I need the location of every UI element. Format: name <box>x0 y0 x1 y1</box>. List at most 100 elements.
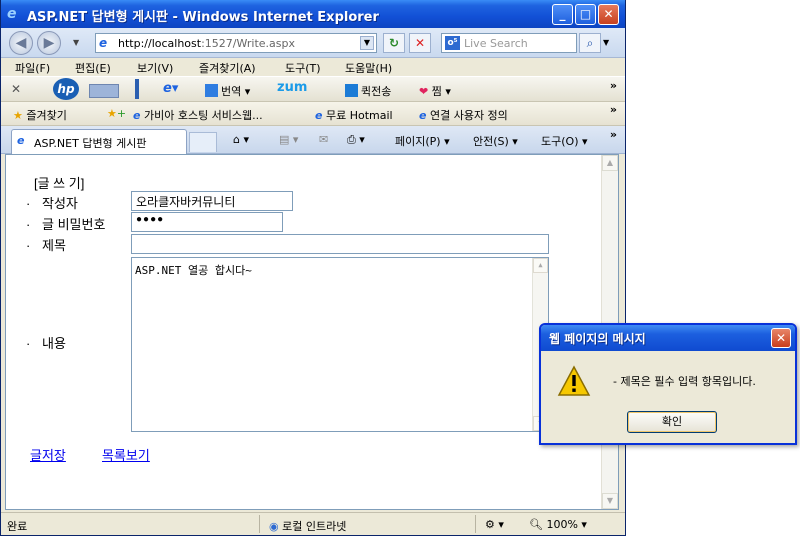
search-field[interactable]: o⁵ Live Search <box>441 33 577 53</box>
quick-send-label: 퀵전송 <box>361 85 392 98</box>
dialog-close-button[interactable]: ✕ <box>771 328 791 348</box>
zum-label: zum <box>277 80 308 95</box>
translate-label: 번역 <box>221 85 242 98</box>
fav-item-label: 가비아 호스팅 서비스웹... <box>143 109 263 122</box>
subject-label-text: 제목 <box>42 238 66 253</box>
new-tab-button[interactable] <box>189 132 217 152</box>
security-zone[interactable]: ◉ 로컬 인트라넷 <box>269 518 346 534</box>
close-button[interactable]: ✕ <box>598 4 619 25</box>
toolbar-overflow-icon[interactable]: » <box>610 79 617 92</box>
favorites-label: 즐겨찾기 <box>26 109 67 122</box>
print-icon[interactable]: ⎙ ▾ <box>347 133 365 147</box>
search-options-icon[interactable]: ▼ <box>603 33 615 53</box>
status-bar: 완료 ◉ 로컬 인트라넷 ⚙ ▾ 🔍︎ 100% ▾ <box>1 512 625 535</box>
title-bar: e ASP.NET 답변형 게시판 - Windows Internet Exp… <box>1 0 625 28</box>
refresh-button[interactable]: ↻ <box>383 33 405 53</box>
add-favorite-icon[interactable]: ★+ <box>107 107 126 120</box>
ok-button[interactable]: 확인 <box>627 411 717 433</box>
toolbar-close-icon[interactable]: ✕ <box>11 82 21 96</box>
password-label: · 글 비밀번호 <box>26 214 105 233</box>
page-icon: e <box>17 134 25 147</box>
quick-send-button[interactable]: 퀵전송 <box>345 83 391 99</box>
fav-item-gabia[interactable]: e 가비아 호스팅 서비스웹... <box>133 107 263 123</box>
jjim-label: 찜 <box>431 85 442 98</box>
scroll-down-icon[interactable]: ▼ <box>602 493 618 509</box>
tools-menu[interactable]: 도구(O) ▾ <box>541 133 588 149</box>
menu-view[interactable]: 보기(V) <box>137 60 173 76</box>
address-field[interactable]: e http://localhost:1527/Write.aspx ▼ <box>95 33 377 53</box>
subject-label: · 제목 <box>26 235 66 254</box>
author-label-text: 작성자 <box>42 196 78 211</box>
ie-menu-icon[interactable]: e▾ <box>163 81 178 96</box>
save-link[interactable]: 글저장 <box>30 445 66 464</box>
address-dropdown-icon[interactable]: ▼ <box>360 36 374 50</box>
bullet: · <box>26 336 31 351</box>
scroll-up-icon[interactable]: ▲ <box>533 258 548 273</box>
form-heading: [글 쓰 기] <box>34 176 85 191</box>
ie-logo-icon: e <box>7 6 17 22</box>
fav-item-hotmail[interactable]: e 무료 Hotmail <box>315 107 393 123</box>
zoom-level: 100% <box>546 518 578 531</box>
content-label-text: 내용 <box>42 336 66 351</box>
history-dropdown-icon[interactable]: ▼ <box>73 38 79 47</box>
address-url: http://localhost:1527/Write.aspx <box>118 37 295 50</box>
quick-send-icon <box>345 84 358 97</box>
url-path: :1527/Write.aspx <box>201 37 295 50</box>
bullet: · <box>26 196 31 211</box>
tab-active[interactable]: e ASP.NET 답변형 게시판 <box>11 129 187 154</box>
menu-favorites[interactable]: 즐겨찾기(A) <box>199 60 256 76</box>
menu-help[interactable]: 도움말(H) <box>345 60 392 76</box>
safety-menu[interactable]: 안전(S) ▾ <box>473 133 518 149</box>
page-menu[interactable]: 페이지(P) ▾ <box>395 133 450 149</box>
envelope-icon[interactable] <box>89 84 119 98</box>
back-button[interactable]: ◀ <box>9 31 33 55</box>
menu-edit[interactable]: 편집(E) <box>75 60 111 76</box>
address-toolbar: ◀ ▶ ▼ e http://localhost:1527/Write.aspx… <box>1 28 625 58</box>
maximize-button[interactable]: □ <box>575 4 596 25</box>
page-icon: e <box>133 109 141 122</box>
live-search-icon: o⁵ <box>445 36 460 50</box>
scroll-up-icon[interactable]: ▲ <box>602 155 618 171</box>
menu-tools[interactable]: 도구(T) <box>285 60 321 76</box>
subject-input[interactable] <box>131 234 549 254</box>
zoom-control[interactable]: 🔍︎ 100% ▾ <box>529 518 587 531</box>
password-label-text: 글 비밀번호 <box>42 217 106 232</box>
command-overflow-icon[interactable]: » <box>610 128 617 141</box>
status-divider <box>259 515 260 533</box>
window-title: ASP.NET 답변형 게시판 - Windows Internet Explo… <box>27 10 379 25</box>
jjim-button[interactable]: ❤ 찜 ▾ <box>419 83 451 99</box>
content-textarea[interactable]: ASP.NET 열공 합시다~ ▲ ▼ <box>131 257 549 432</box>
menu-file[interactable]: 파일(F) <box>15 60 50 76</box>
stop-button[interactable]: ✕ <box>409 33 431 53</box>
home-icon[interactable]: ⌂ ▾ <box>233 133 249 146</box>
list-link[interactable]: 목록보기 <box>102 445 150 464</box>
hp-toolbar: ✕ hp e▾ 번역 ▾ zum 퀵전송 ❤ 찜 ▾ » <box>1 76 625 102</box>
search-icon[interactable]: ⌕ <box>579 33 601 53</box>
hp-logo[interactable]: hp <box>53 78 79 100</box>
warning-icon <box>557 365 591 400</box>
favorites-overflow-icon[interactable]: » <box>610 103 617 116</box>
bullet: · <box>26 238 31 253</box>
mail-icon[interactable]: ✉ <box>319 133 328 146</box>
dialog-title-bar: 웹 페이지의 메시지 ✕ <box>541 325 795 351</box>
bullet: · <box>26 217 31 232</box>
forward-button[interactable]: ▶ <box>37 31 61 55</box>
translate-button[interactable]: 번역 ▾ <box>205 83 250 99</box>
fav-item-custom-links[interactable]: e 연결 사용자 정의 <box>419 107 508 123</box>
safety-menu-label: 안전(S) <box>473 135 509 148</box>
zone-label: 로컬 인트라넷 <box>282 520 347 533</box>
favorites-button[interactable]: ★ 즐겨찾기 <box>13 107 67 123</box>
warning-triangle-icon <box>557 365 591 396</box>
dialog-message: - 제목은 필수 입력 항목입니다. <box>613 375 756 388</box>
globe-icon: ◉ <box>269 520 279 533</box>
zum-button[interactable]: zum <box>277 80 307 95</box>
heart-icon: ❤ <box>419 85 429 98</box>
author-input[interactable]: 오라클자바커뮤니티 <box>131 191 293 211</box>
menu-bar: 파일(F) 편집(E) 보기(V) 즐겨찾기(A) 도구(T) 도움말(H) <box>1 58 625 76</box>
tools-menu-label: 도구(O) <box>541 135 579 148</box>
feeds-icon[interactable]: ▤ ▾ <box>279 133 298 146</box>
author-label: · 작성자 <box>26 193 78 212</box>
minimize-button[interactable]: _ <box>552 4 573 25</box>
password-input[interactable]: ●●●● <box>131 212 283 232</box>
protected-mode-icon[interactable]: ⚙ ▾ <box>485 518 504 531</box>
